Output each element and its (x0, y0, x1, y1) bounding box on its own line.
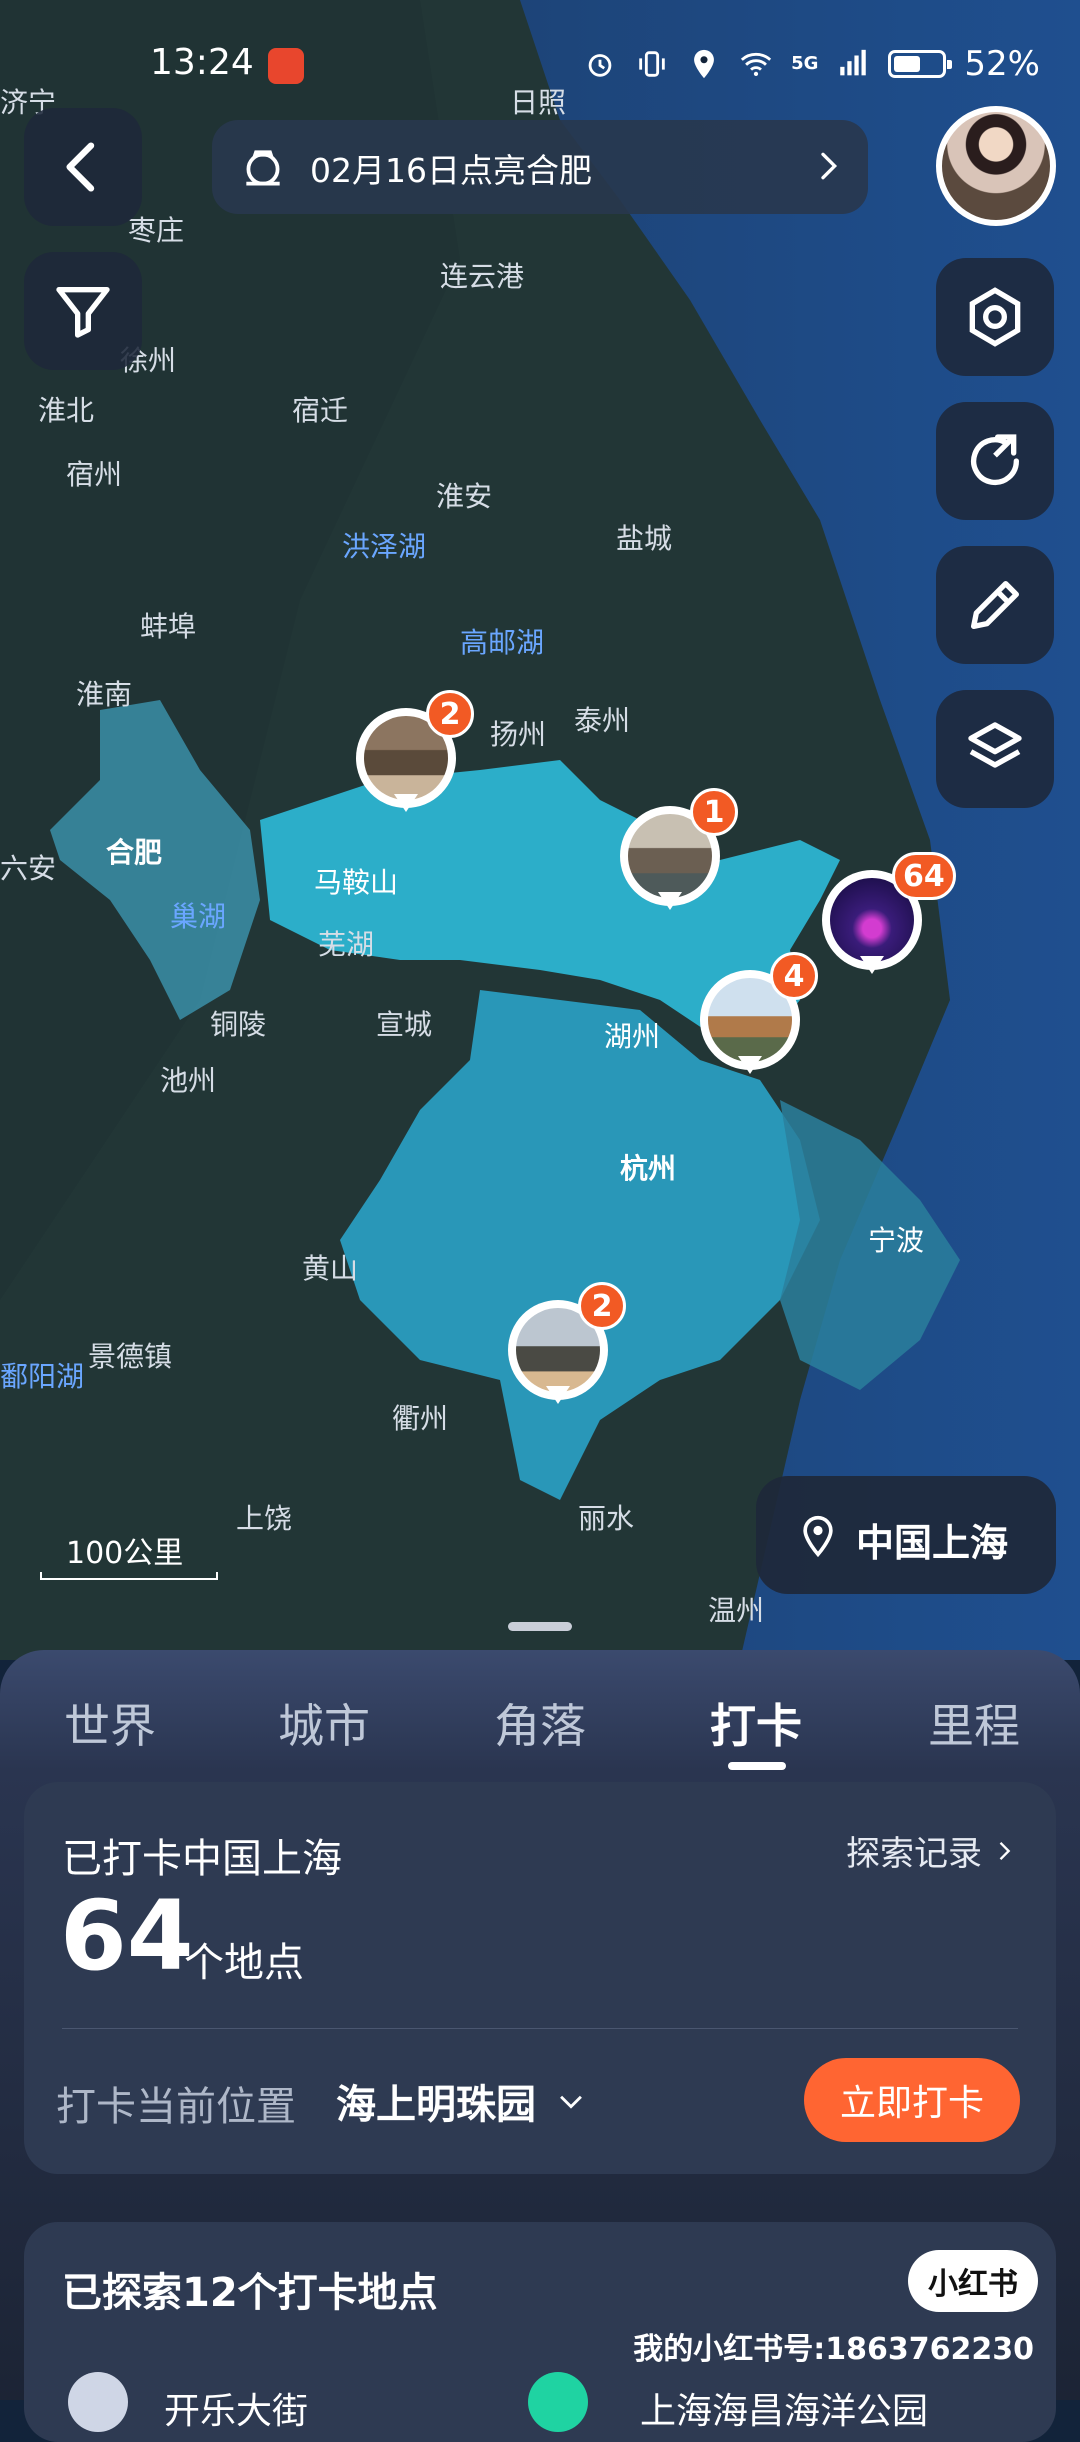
location-pin-icon (803, 1515, 833, 1558)
list-item[interactable]: 开乐大街 (164, 2382, 308, 2434)
scale-label: 100公里 (66, 1536, 184, 1571)
location-icon (694, 49, 715, 79)
map-label: 高邮湖 (460, 626, 544, 659)
current-location-value[interactable]: 海上明珠园 (336, 2072, 536, 2130)
pencil-icon (971, 581, 1019, 629)
alarm-icon (588, 54, 612, 77)
status-bar: 13:24 5G 52% (0, 0, 1080, 110)
map-label: 连云港 (440, 260, 524, 293)
checkin-unit: 个地点 (184, 1940, 304, 1986)
map-label: 池州 (160, 1064, 216, 1097)
map-label: 湖州 (604, 1020, 660, 1053)
map-label: 黄山 (302, 1252, 358, 1285)
tab-bar: 世界 城市 角落 打卡 里程 (0, 1690, 1080, 1770)
place-icon (528, 2372, 588, 2432)
map-label: 泰州 (574, 704, 630, 737)
share-arrow-icon (971, 434, 1020, 486)
chevron-left-icon (66, 142, 95, 192)
watermark: 我的小红书号:1863762230 (633, 2332, 1034, 2367)
map-label: 六安 (0, 852, 56, 885)
map-label: 宿迁 (292, 394, 348, 427)
pin-count-badge: 2 (426, 690, 474, 738)
network-type: 5G (791, 53, 819, 74)
signal-icon (840, 49, 867, 76)
map-label: 鄱阳湖 (0, 1360, 84, 1393)
checkin-now-button[interactable]: 立即打卡 (804, 2058, 1020, 2142)
map-label: 宁波 (868, 1224, 924, 1257)
map-label: 温州 (708, 1594, 764, 1627)
pin-count-badge: 1 (690, 788, 738, 836)
filter-icon (56, 287, 110, 338)
map-label: 芜湖 (318, 928, 374, 961)
map-label: 杭州 (620, 1152, 676, 1185)
sheet-drag-handle[interactable] (508, 1622, 572, 1631)
tab-world[interactable]: 世界 (40, 1690, 180, 1756)
pin-count-badge: 64 (892, 852, 956, 900)
chevron-down-icon[interactable] (554, 2084, 588, 2118)
map-label: 宿州 (66, 458, 122, 491)
explore-record-link[interactable]: 探索记录 (846, 1826, 1018, 1875)
map-scale: 100公里 (40, 1528, 220, 1580)
pin-count-badge: 2 (578, 1282, 626, 1330)
map-label: 合肥 (106, 836, 162, 869)
map-label: 马鞍山 (314, 866, 398, 899)
current-location-label: 打卡当前位置 (56, 2084, 296, 2130)
map-label: 扬州 (490, 718, 546, 751)
map-label: 淮北 (38, 394, 94, 427)
hexagon-settings-icon (969, 287, 1021, 347)
location-chip[interactable]: 中国上海 (756, 1476, 1056, 1594)
map-label: 巢湖 (170, 900, 226, 933)
battery-level: 52% (964, 44, 1040, 84)
check-icon (68, 2372, 128, 2432)
date-banner[interactable]: 02月16日点亮合肥 (212, 120, 868, 214)
map-label: 宣城 (376, 1008, 432, 1041)
map-label: 上饶 (236, 1502, 292, 1535)
map-label: 洪泽湖 (342, 530, 426, 563)
map-label: 淮南 (76, 678, 132, 711)
tab-checkin[interactable]: 打卡 (686, 1690, 826, 1756)
status-icons: 5G 52% (583, 44, 1040, 84)
list-item[interactable]: 上海海昌海洋公园 (640, 2382, 928, 2434)
tab-mileage[interactable]: 里程 (904, 1690, 1044, 1756)
divider (62, 2028, 1018, 2029)
map-label: 淮安 (436, 480, 492, 513)
map-label: 衢州 (392, 1402, 448, 1435)
chevron-right-icon (999, 1841, 1011, 1860)
active-tab-indicator (728, 1762, 786, 1770)
map-label: 蚌埠 (140, 610, 196, 643)
explore-record-label: 探索记录 (846, 1834, 982, 1874)
map-label: 景德镇 (88, 1340, 172, 1373)
map-label: 铜陵 (210, 1008, 266, 1041)
summary-title: 已打卡中国上海 (62, 1836, 342, 1882)
settings-button[interactable] (936, 258, 1054, 376)
explored-title: 已探索12个打卡地点 (62, 2270, 438, 2316)
checkin-summary-card: 已打卡中国上海 探索记录 64 个地点 打卡当前位置 海上明珠园 立即打卡 (24, 1782, 1056, 2174)
map[interactable]: 济宁 日照 枣庄 连云港 徐州 淮北 宿迁 宿州 淮安 洪泽湖 盐城 蚌埠 高邮… (0, 0, 1080, 1660)
banner-text: 02月16日点亮合肥 (310, 151, 592, 190)
app-notification-icon (268, 48, 304, 84)
wifi-icon (740, 52, 772, 77)
xiaohongshu-logo: 小红书 (908, 2250, 1038, 2312)
vibrate-icon (639, 51, 665, 77)
map-label: 盐城 (616, 522, 672, 555)
checkin-count: 64 (60, 1880, 194, 1992)
share-button[interactable] (936, 402, 1054, 520)
avatar[interactable] (936, 106, 1056, 226)
filter-button[interactable] (24, 252, 142, 370)
edit-button[interactable] (936, 546, 1054, 664)
layers-button[interactable] (936, 690, 1054, 808)
back-button[interactable] (24, 108, 142, 226)
tab-corner[interactable]: 角落 (470, 1690, 610, 1756)
chevron-right-icon (821, 152, 838, 180)
map-label: 丽水 (578, 1502, 634, 1535)
location-chip-label: 中国上海 (856, 1521, 1009, 1565)
pin-count-badge: 4 (770, 952, 818, 1000)
battery-icon (888, 50, 953, 78)
tab-city[interactable]: 城市 (254, 1690, 394, 1756)
layers-icon (968, 722, 1022, 768)
status-time: 13:24 (150, 42, 254, 83)
explorer-icon (246, 150, 280, 186)
map-label: 枣庄 (128, 214, 184, 247)
